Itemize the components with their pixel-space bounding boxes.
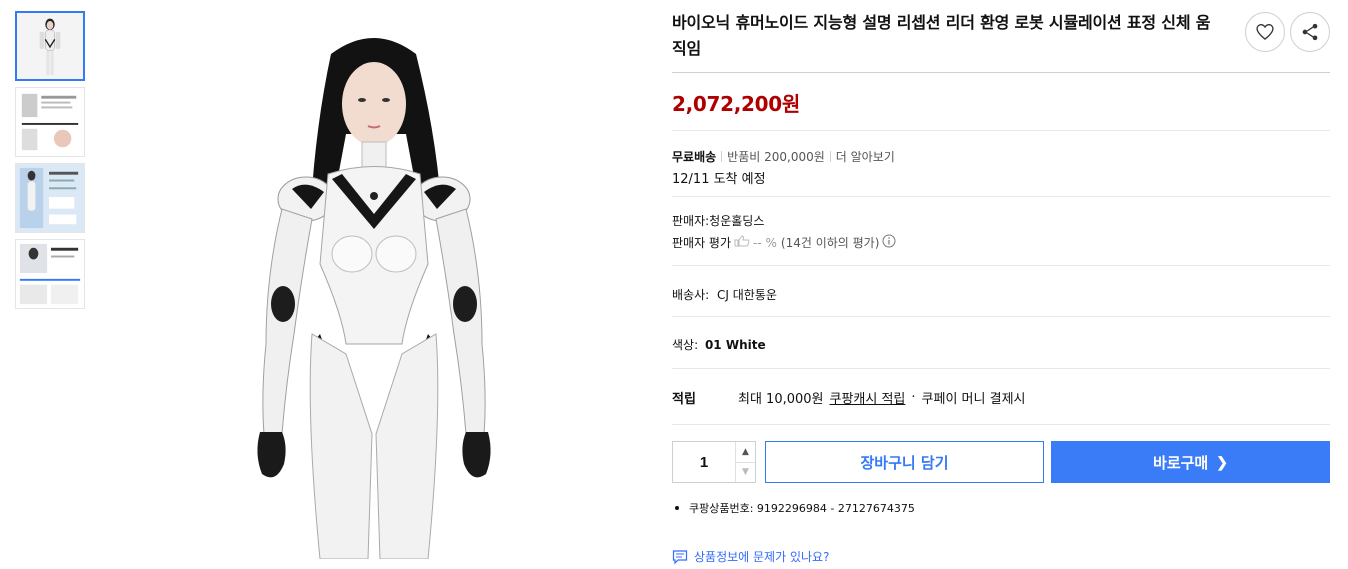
divider <box>672 316 1330 317</box>
quantity-steps: ▲ ▼ <box>735 442 755 482</box>
product-title: 바이오닉 휴머노이드 지능형 설명 리셉션 리더 환영 로봇 시뮬레이션 표정 … <box>672 13 1211 58</box>
seller-rating: 판매자 평가 -- % (14건 이하의 평가) <box>672 234 1330 251</box>
option-color[interactable]: 색상: 01 White <box>672 336 1330 353</box>
divider <box>672 368 1330 369</box>
courier-label: 배송사: <box>672 288 710 302</box>
shipping-info: 무료배송 반품비 200,000원 더 알아보기 <box>672 148 1330 165</box>
free-shipping-label: 무료배송 <box>672 150 717 164</box>
divider <box>672 130 1330 131</box>
separator <box>721 151 723 162</box>
return-fee: 반품비 200,000원 <box>727 150 825 164</box>
arrival-date: 12/11 도착 예정 <box>672 172 766 187</box>
info-icon[interactable] <box>882 234 896 251</box>
coupang-cash-link[interactable]: 쿠팡캐시 적립 <box>830 388 906 407</box>
seller-rating-note: (14건 이하의 평가) <box>780 236 880 250</box>
share-button[interactable] <box>1290 12 1330 52</box>
chat-icon <box>672 549 688 564</box>
main-product-image <box>106 14 646 559</box>
robot-parts-thumbnail-image <box>16 88 84 156</box>
quantity-stepper: ▲ ▼ <box>672 441 756 483</box>
robot-thumbnail-image <box>17 13 83 79</box>
thumbnail-3[interactable] <box>15 163 85 233</box>
chevron-right-icon: ❯ <box>1216 453 1228 470</box>
seller-name[interactable]: 판매자:청운홀딩스 <box>672 212 1330 229</box>
robot-detail-thumbnail-image <box>16 240 84 308</box>
reward-info: 적립 최대 10,000원 쿠팡캐시 적립 · 쿠페이 머니 결제시 <box>672 388 1330 407</box>
thumbs-up-icon <box>734 235 750 250</box>
courier-value: CJ 대한통운 <box>717 288 777 302</box>
option-color-value: 01 White <box>704 338 766 352</box>
separator <box>829 151 831 162</box>
reward-amount: 최대 10,000원 <box>738 392 824 407</box>
share-icon <box>1302 23 1318 41</box>
report-issue-label: 상품정보에 문제가 있나요? <box>694 550 830 564</box>
product-number: 쿠팡상품번호: 9192296984 - 27127674375 <box>672 500 1330 516</box>
divider <box>672 196 1330 197</box>
thumbnail-4[interactable] <box>15 239 85 309</box>
seller-rating-label: 판매자 평가 <box>672 236 732 250</box>
humanoid-robot-illustration <box>106 14 646 559</box>
chevron-up-icon[interactable]: ▲ <box>736 442 755 462</box>
divider <box>672 265 1330 266</box>
quantity-input[interactable] <box>673 442 735 482</box>
add-to-cart-button[interactable]: 장바구니 담기 <box>765 441 1044 483</box>
learn-more-link[interactable]: 더 알아보기 <box>836 148 895 165</box>
reward-condition: 쿠페이 머니 결제시 <box>921 392 1026 407</box>
heart-icon <box>1256 23 1274 40</box>
dot-separator: · <box>911 390 916 405</box>
option-color-label: 색상: <box>672 338 699 352</box>
add-to-cart-label: 장바구니 담기 <box>860 453 949 472</box>
buy-now-label: 바로구매 <box>1153 454 1209 472</box>
thumbnail-2[interactable] <box>15 87 85 157</box>
wishlist-button[interactable] <box>1245 12 1285 52</box>
reward-label: 적립 <box>672 392 696 407</box>
thumbnail-list <box>15 11 86 315</box>
title-divider <box>672 72 1330 73</box>
product-price: 2,072,200원 <box>672 92 801 116</box>
thumbnail-1[interactable] <box>15 11 85 81</box>
divider <box>672 424 1330 425</box>
bullet <box>675 506 679 510</box>
product-number-text: 쿠팡상품번호: 9192296984 - 27127674375 <box>689 502 915 515</box>
report-issue-link[interactable]: 상품정보에 문제가 있나요? <box>672 548 1330 565</box>
robot-specs-thumbnail-image <box>16 164 84 232</box>
courier-info: 배송사: CJ 대한통운 <box>672 286 1330 303</box>
buy-now-button[interactable]: 바로구매 ❯ <box>1051 441 1330 483</box>
chevron-down-icon[interactable]: ▼ <box>736 461 755 483</box>
seller-rating-value: -- % <box>753 235 777 250</box>
